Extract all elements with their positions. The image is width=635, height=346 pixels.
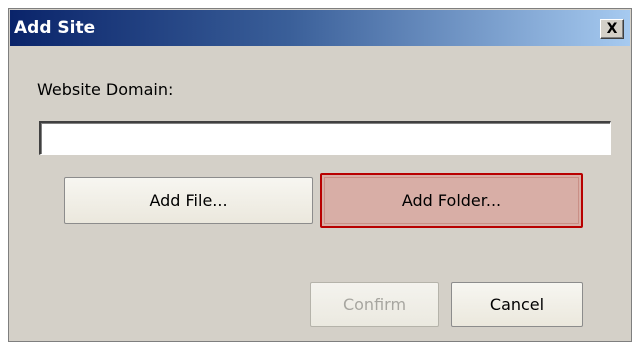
- cancel-button-label: Cancel: [489, 295, 545, 314]
- add-folder-focus-ring: Add Folder...: [324, 177, 579, 224]
- confirm-button-label: Confirm: [342, 295, 407, 314]
- add-file-button-label: Add File...: [149, 191, 228, 210]
- title-bar[interactable]: Add Site X: [10, 10, 630, 46]
- close-button[interactable]: X: [600, 19, 624, 39]
- add-folder-button[interactable]: Add Folder...: [320, 173, 583, 228]
- cancel-button[interactable]: Cancel: [451, 282, 583, 327]
- add-site-dialog: Add Site X Website Domain: Add File... A…: [8, 8, 632, 342]
- confirm-button[interactable]: Confirm: [310, 282, 439, 327]
- add-file-button[interactable]: Add File...: [64, 177, 313, 224]
- close-icon: X: [606, 21, 618, 37]
- website-domain-input[interactable]: [39, 121, 611, 155]
- dialog-title: Add Site: [14, 18, 96, 38]
- add-folder-button-label: Add Folder...: [401, 191, 502, 210]
- website-domain-label: Website Domain:: [37, 80, 174, 99]
